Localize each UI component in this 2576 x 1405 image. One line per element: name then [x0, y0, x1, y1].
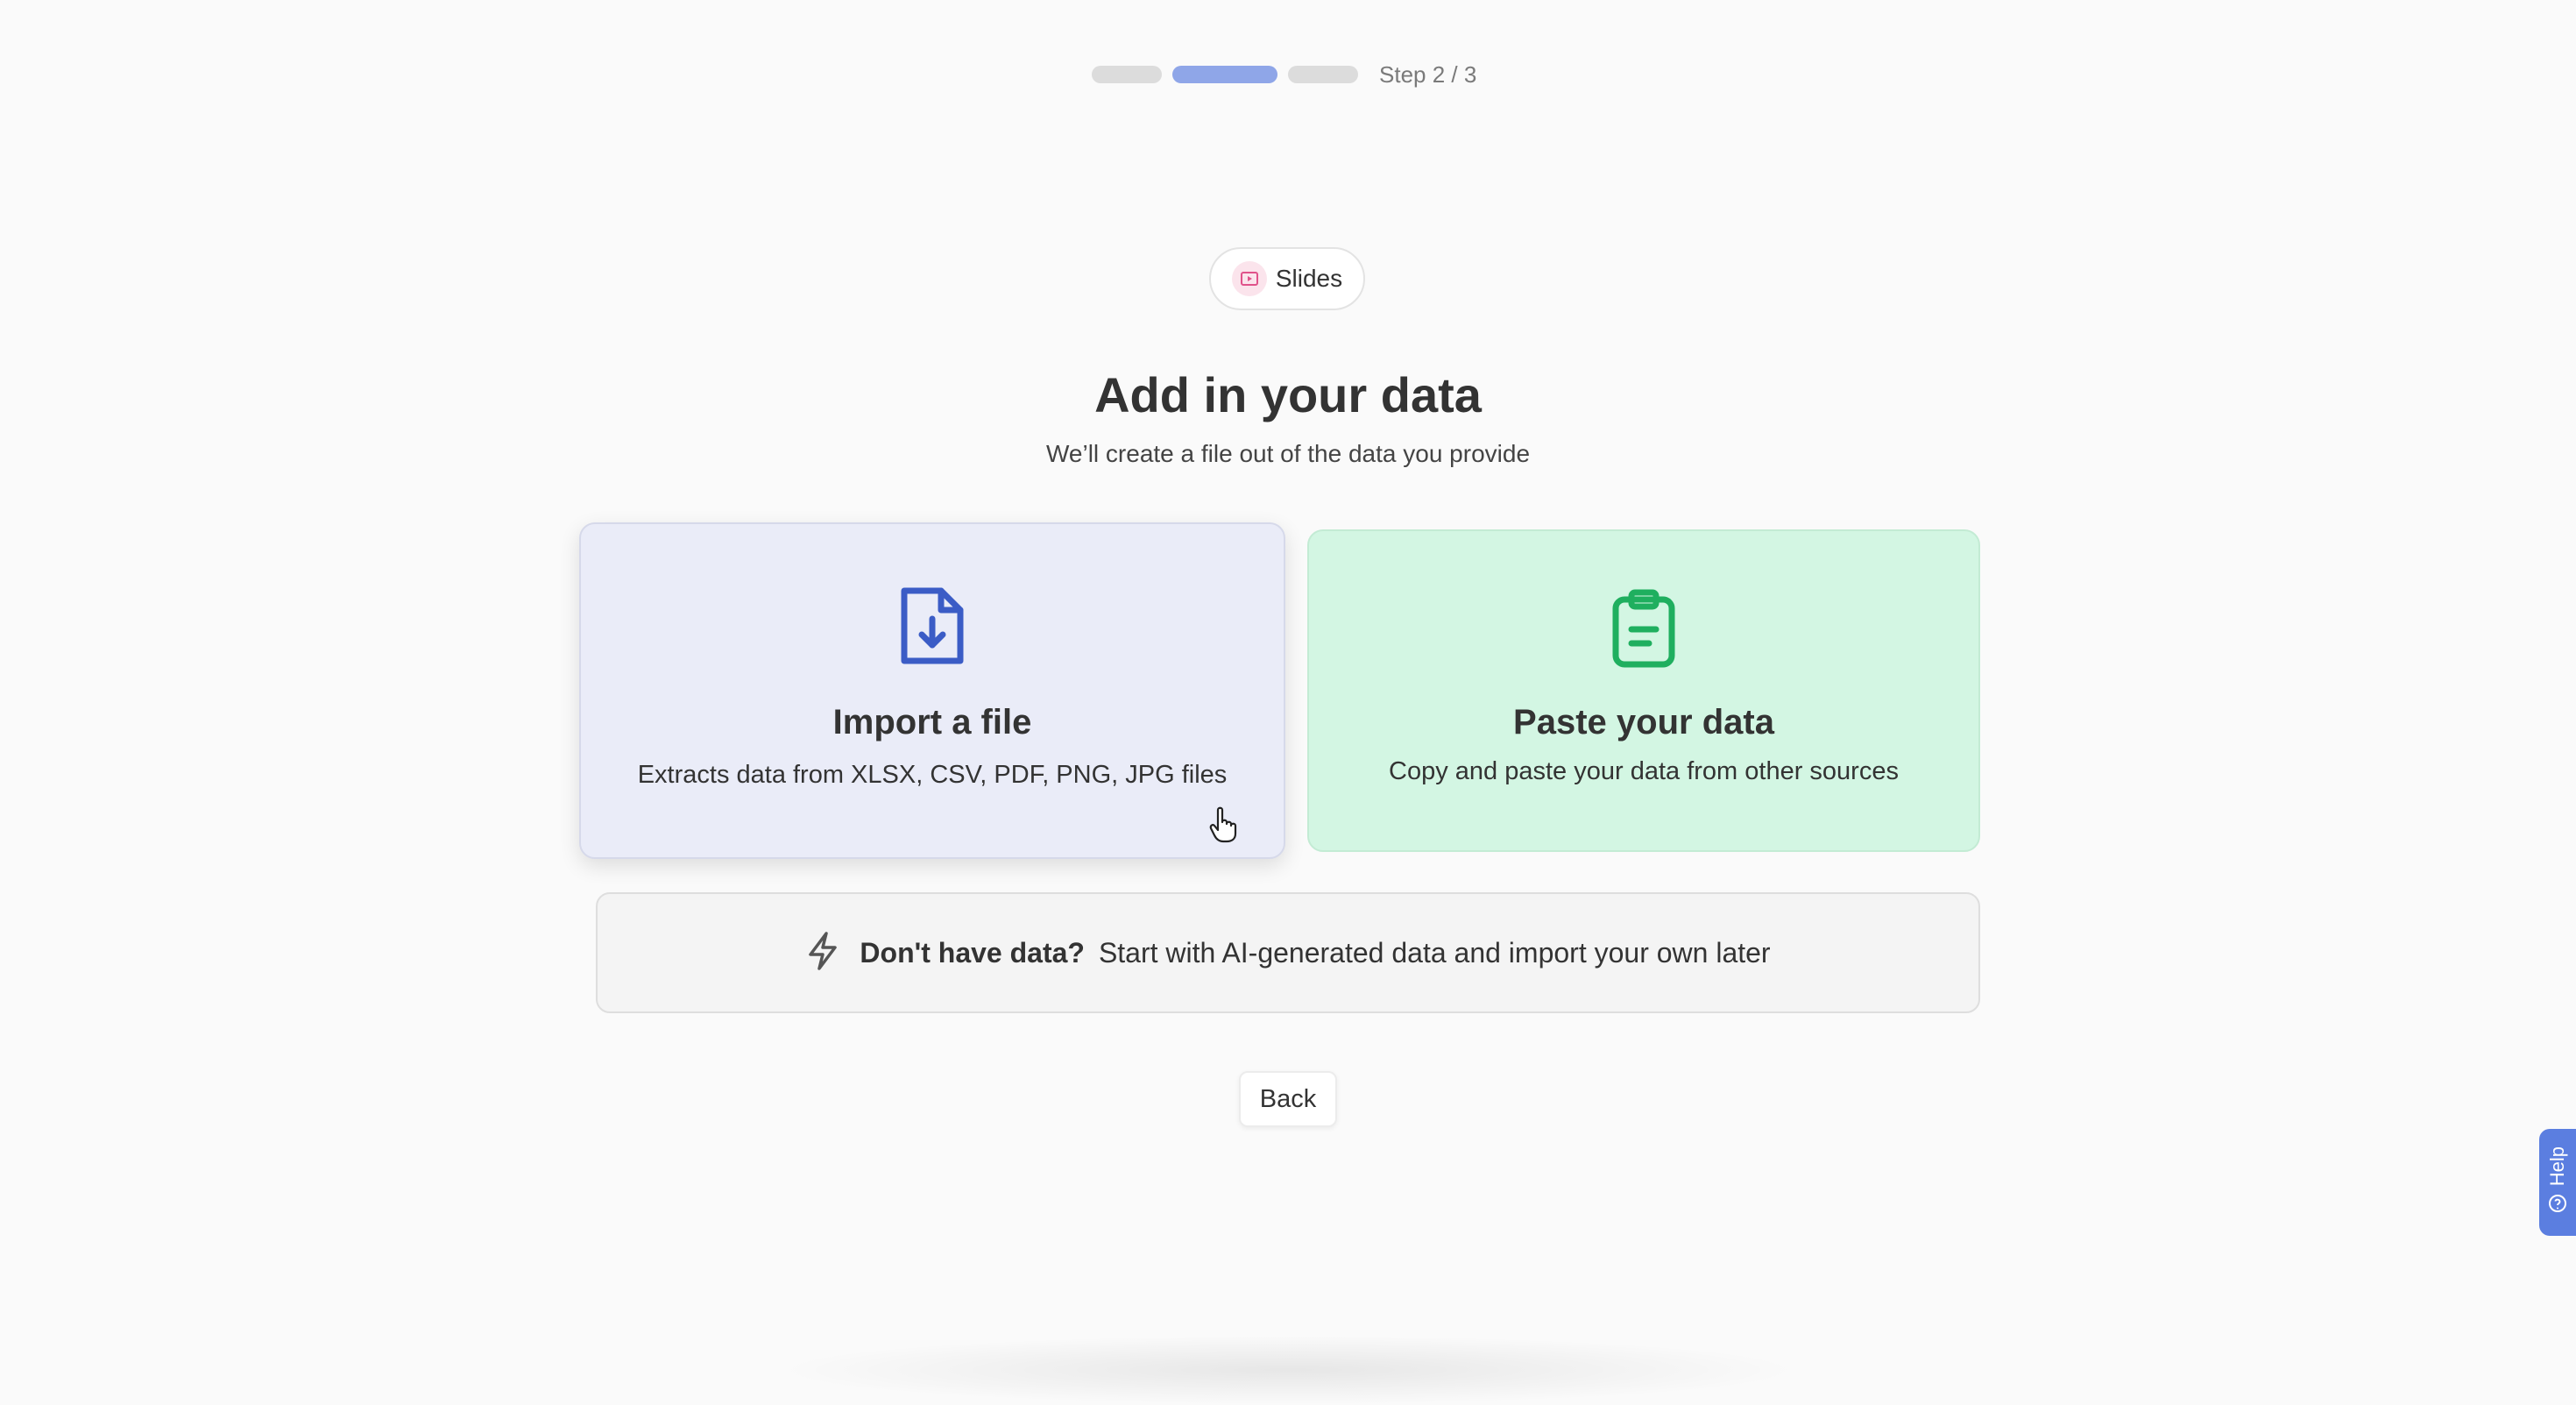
bottom-shadow: [771, 1335, 1805, 1405]
help-tab[interactable]: Help: [2539, 1129, 2576, 1236]
help-label: Help: [2546, 1146, 2568, 1187]
chip-label: Slides: [1275, 265, 1343, 292]
clipboard-icon: [1610, 589, 1677, 672]
page-title: Add in your data: [1094, 367, 1482, 422]
import-title: Import a file: [832, 703, 1032, 742]
file-download-icon: [897, 584, 967, 672]
step-label: Step 2 / 3: [1379, 61, 1477, 88]
product-chip: Slides: [1209, 247, 1365, 310]
help-circle-icon: [2547, 1193, 2568, 1218]
lightning-icon: [805, 931, 840, 976]
progress-segment-1: [1092, 66, 1162, 83]
paste-title: Paste your data: [1513, 703, 1774, 742]
page-subtitle: We’ll create a file out of the data you …: [1045, 440, 1531, 467]
import-file-card[interactable]: Import a file Extracts data from XLSX, C…: [579, 522, 1285, 859]
import-description: Extracts data from XLSX, CSV, PDF, PNG, …: [637, 761, 1228, 789]
progress-segment-2: [1172, 66, 1277, 83]
ai-option-text: Start with AI-generated data and import …: [1098, 936, 1771, 969]
paste-description: Copy and paste your data from other sour…: [1389, 757, 1899, 785]
progress-segment-3: [1288, 66, 1358, 83]
ai-option-bold-text: Don't have data?: [860, 936, 1085, 969]
back-button[interactable]: Back: [1239, 1071, 1337, 1127]
play-slides-icon: [1231, 261, 1267, 296]
ai-generated-data-option[interactable]: Don't have data? Start with AI-generated…: [596, 892, 1980, 1013]
step-progress: Step 2 / 3: [1092, 61, 1477, 88]
paste-data-card[interactable]: Paste your data Copy and paste your data…: [1307, 529, 1980, 852]
hand-cursor-icon: [1209, 806, 1241, 848]
